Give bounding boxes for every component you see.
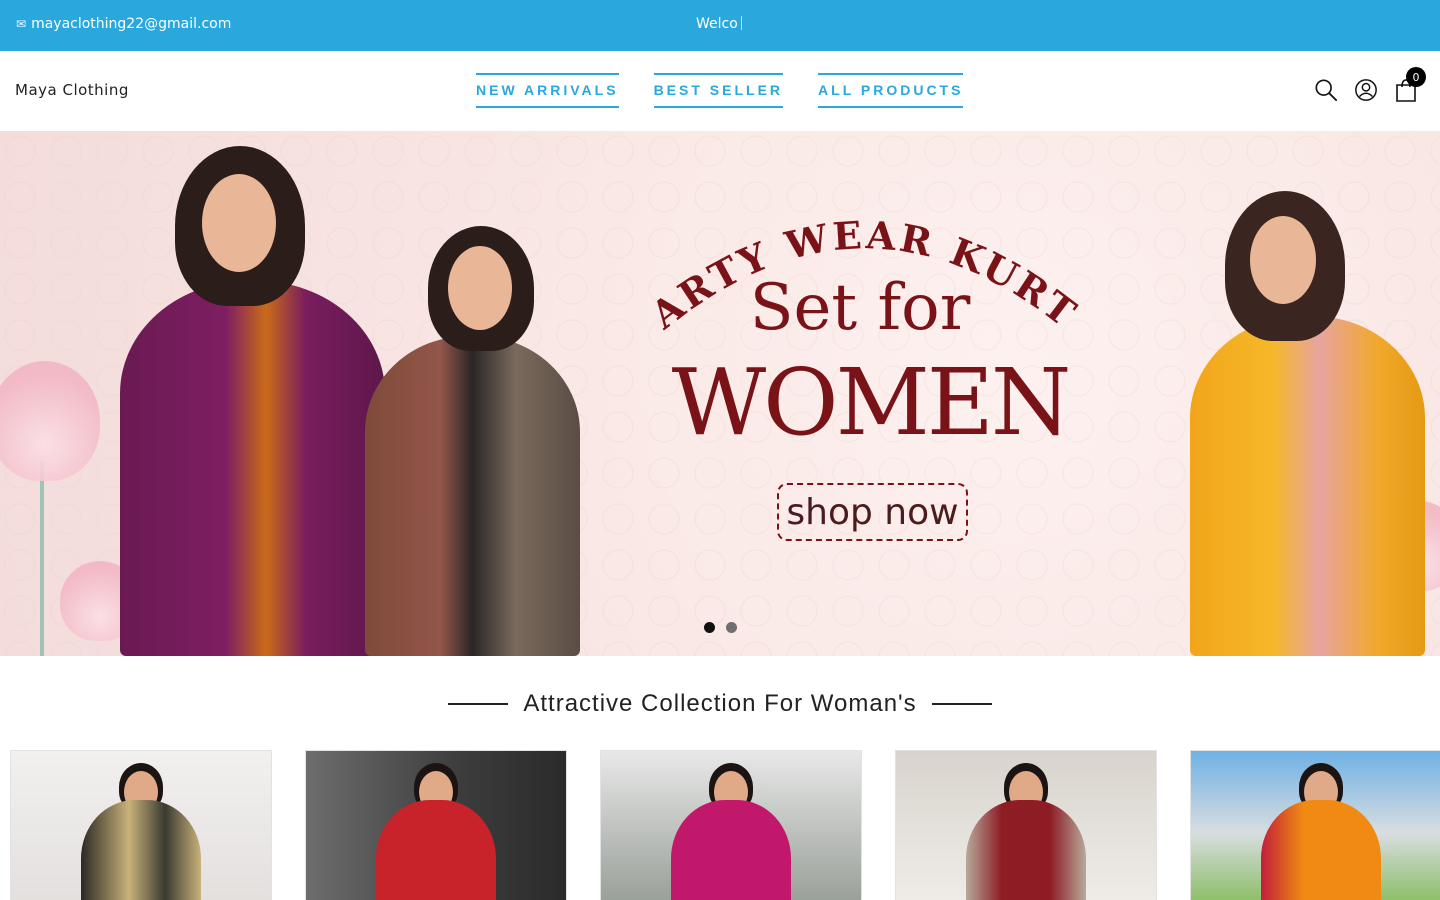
shop-now-button[interactable]: shop now — [777, 483, 968, 541]
nav-all-products[interactable]: ALL PRODUCTS — [818, 73, 964, 108]
model-face — [202, 174, 276, 272]
model-face — [1250, 216, 1316, 304]
product-card[interactable] — [305, 750, 567, 900]
model-head — [420, 226, 540, 356]
search-icon — [1315, 79, 1338, 102]
model-head — [1220, 191, 1350, 341]
hero-banner[interactable]: PARTY WEAR KURTA Set for WOMEN shop now — [0, 131, 1440, 656]
marquee-text: Welco — [696, 16, 738, 32]
mail-icon: ✉ — [16, 17, 27, 31]
marquee-caret — [740, 16, 742, 30]
nav-new-arrivals[interactable]: NEW ARRIVALS — [476, 73, 619, 108]
header-icons: 0 — [1314, 67, 1426, 104]
brand-logo[interactable]: Maya Clothing — [15, 81, 129, 99]
model-image-printed — [365, 336, 580, 656]
product-card[interactable] — [895, 750, 1157, 900]
hero-line-set-for: Set for — [749, 271, 971, 345]
main-nav: NEW ARRIVALS BEST SELLER ALL PRODUCTS — [476, 73, 964, 108]
product-model-outfit — [81, 800, 201, 900]
carousel-dot-2[interactable] — [726, 622, 737, 633]
lotus-flower — [0, 361, 100, 481]
welcome-marquee: Welco — [696, 16, 742, 32]
announcement-bar: ✉ mayaclothing22@gmail.com Welco — [0, 0, 1440, 51]
cart-button[interactable]: 0 — [1394, 67, 1426, 104]
product-card[interactable] — [10, 750, 272, 900]
collection-heading: Attractive Collection For Woman's — [0, 690, 1440, 718]
product-carousel — [10, 750, 1440, 900]
contact-email[interactable]: ✉ mayaclothing22@gmail.com — [16, 16, 231, 32]
heading-divider-left — [448, 703, 509, 705]
carousel-dots — [704, 622, 737, 633]
model-head — [165, 146, 315, 321]
product-model-outfit — [376, 800, 496, 900]
search-button[interactable] — [1314, 76, 1338, 104]
model-face — [448, 246, 512, 330]
heading-divider-right — [931, 703, 992, 705]
carousel-dot-1[interactable] — [704, 622, 715, 633]
lotus-stem — [40, 461, 44, 656]
site-header: Maya Clothing NEW ARRIVALS BEST SELLER A… — [0, 51, 1440, 131]
account-button[interactable] — [1354, 76, 1378, 104]
product-model-outfit — [1261, 800, 1381, 900]
product-model-outfit — [671, 800, 791, 900]
account-icon — [1355, 79, 1377, 101]
cart-count-badge: 0 — [1406, 67, 1426, 87]
product-card[interactable] — [600, 750, 862, 900]
nav-best-seller[interactable]: BEST SELLER — [653, 73, 784, 108]
model-image-purple — [120, 281, 385, 656]
email-text: mayaclothing22@gmail.com — [31, 16, 232, 32]
model-image-yellow — [1190, 316, 1425, 656]
product-card[interactable] — [1190, 750, 1440, 900]
product-model-outfit — [966, 800, 1086, 900]
section-title: Attractive Collection For Woman's — [523, 690, 917, 717]
hero-line-women: WOMEN — [671, 349, 1072, 456]
